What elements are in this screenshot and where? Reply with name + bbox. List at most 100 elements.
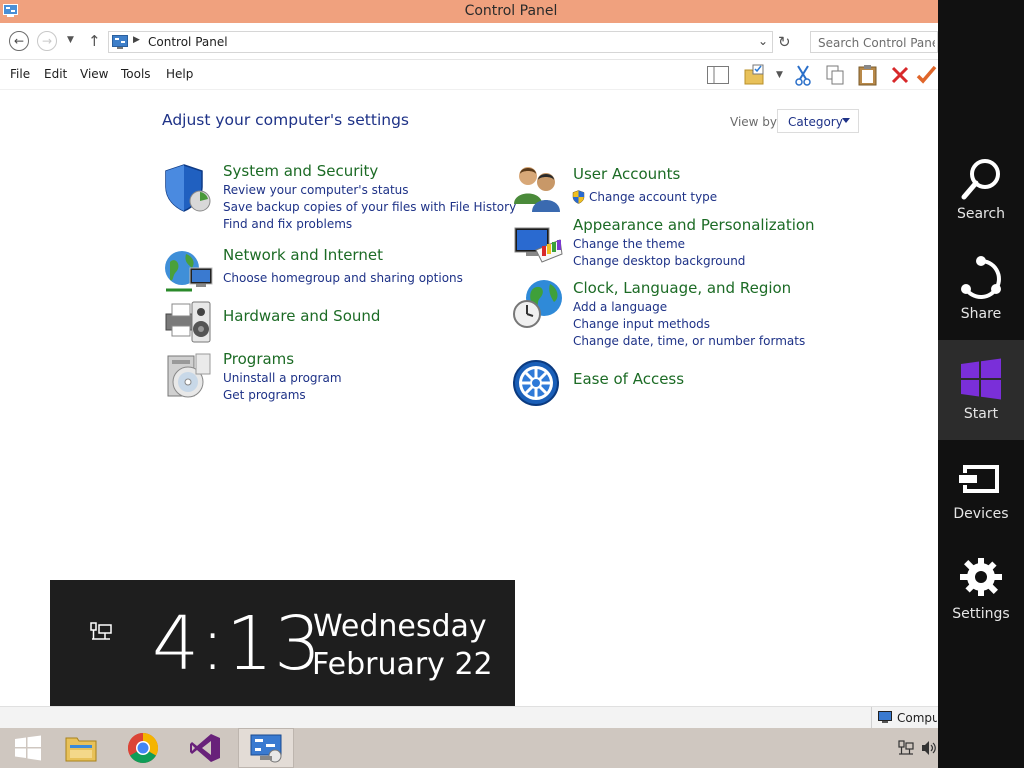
recent-locations-icon[interactable]: ▼ — [67, 35, 74, 45]
link-get-programs[interactable]: Get programs — [223, 388, 306, 402]
link-change-theme[interactable]: Change the theme — [573, 237, 685, 251]
status-bar-text: Computer — [897, 711, 937, 725]
volume-icon[interactable] — [921, 740, 936, 756]
category-hardware-sound[interactable]: Hardware and Sound — [223, 307, 380, 325]
charm-start[interactable]: Start — [938, 340, 1024, 440]
link-review-status[interactable]: Review your computer's status — [223, 183, 409, 197]
copy-icon[interactable] — [822, 63, 848, 87]
view-by-dropdown[interactable]: Category — [777, 109, 859, 133]
gear-icon — [960, 558, 1002, 596]
back-button[interactable]: ← — [9, 31, 29, 51]
computer-icon — [878, 711, 892, 723]
delete-icon[interactable] — [887, 63, 913, 87]
category-programs[interactable]: Programs — [223, 350, 294, 368]
charm-devices-label: Devices — [953, 506, 1009, 522]
breadcrumb[interactable]: Control Panel — [148, 35, 228, 49]
control-panel-icon — [112, 35, 128, 49]
search-field[interactable] — [810, 31, 938, 53]
page-title: Adjust your computer's settings — [162, 111, 409, 129]
status-bar: Computer — [0, 706, 938, 729]
taskbar-visual-studio[interactable] — [177, 728, 233, 768]
chevron-down-icon — [842, 118, 850, 123]
control-panel-icon — [250, 734, 282, 763]
charm-search[interactable]: Search — [938, 140, 1024, 240]
category-network-internet[interactable]: Network and Internet — [223, 246, 383, 264]
window-title: Control Panel — [464, 3, 558, 19]
charms-bar: Search Share Start Devices Settings — [938, 0, 1024, 768]
status-bar-location: Computer — [871, 707, 938, 729]
menu-tools[interactable]: Tools — [121, 67, 151, 81]
category-system-security[interactable]: System and Security — [223, 162, 378, 180]
start-icon — [15, 735, 41, 761]
printer-speaker-icon[interactable] — [162, 296, 214, 348]
link-date-time-formats[interactable]: Change date, time, or number formats — [573, 334, 805, 348]
windows-logo-icon — [961, 358, 1001, 400]
programs-disc-icon[interactable] — [162, 350, 214, 402]
menu-view[interactable]: View — [80, 67, 108, 81]
charm-search-label: Search — [956, 206, 1006, 222]
clock-time: 4:13 — [152, 601, 323, 687]
globe-clock-icon[interactable] — [512, 278, 564, 330]
search-input[interactable] — [811, 33, 935, 53]
charm-start-label: Start — [963, 406, 999, 422]
paste-icon[interactable] — [855, 63, 881, 87]
address-toolbar: ← → ▼ ↑ ▶ Control Panel ⌄ ↻ — [0, 23, 938, 60]
link-change-account-type[interactable]: Change account type — [589, 190, 717, 204]
layout-pane-icon[interactable] — [705, 63, 731, 87]
menu-file[interactable]: File — [10, 67, 30, 81]
up-arrow-icon[interactable]: ↑ — [88, 32, 101, 50]
charm-settings-label: Settings — [952, 606, 1010, 622]
clock-overlay: 4:13 Wednesday February 22 — [50, 580, 515, 719]
clock-date: February 22 — [312, 647, 493, 682]
breadcrumb-separator-icon[interactable]: ▶ — [133, 35, 140, 45]
monitor-palette-icon[interactable] — [512, 220, 564, 272]
charm-devices[interactable]: Devices — [938, 440, 1024, 540]
category-appearance[interactable]: Appearance and Personalization — [573, 216, 815, 234]
shield-icon[interactable] — [162, 163, 214, 215]
link-file-history[interactable]: Save backup copies of your files with Fi… — [223, 200, 516, 214]
start-button[interactable] — [0, 728, 56, 768]
link-desktop-background[interactable]: Change desktop background — [573, 254, 745, 268]
category-ease-of-access[interactable]: Ease of Access — [573, 370, 684, 388]
menu-edit[interactable]: Edit — [44, 67, 67, 81]
link-find-fix-problems[interactable]: Find and fix problems — [223, 217, 352, 231]
title-bar: Control Panel — [0, 0, 1024, 23]
folder-options-icon[interactable] — [742, 63, 768, 87]
link-uninstall-program[interactable]: Uninstall a program — [223, 371, 342, 385]
network-tray-icon[interactable] — [898, 740, 914, 756]
charm-share-label: Share — [960, 306, 1002, 322]
users-icon[interactable] — [512, 162, 564, 214]
visual-studio-icon — [190, 734, 220, 762]
menu-help[interactable]: Help — [166, 67, 193, 81]
charm-share[interactable]: Share — [938, 240, 1024, 340]
chevron-down-icon[interactable]: ▼ — [776, 70, 783, 80]
link-input-methods[interactable]: Change input methods — [573, 317, 710, 331]
network-globe-icon[interactable] — [162, 246, 214, 298]
devices-icon — [959, 465, 999, 493]
taskbar — [0, 728, 938, 768]
refresh-icon[interactable]: ↻ — [778, 33, 791, 51]
clock-weekday: Wednesday — [313, 609, 487, 644]
ease-of-access-icon[interactable] — [512, 359, 564, 411]
taskbar-chrome[interactable] — [115, 728, 171, 768]
link-add-language[interactable]: Add a language — [573, 300, 667, 314]
charm-settings[interactable]: Settings — [938, 540, 1024, 640]
address-field[interactable]: ▶ Control Panel ⌄ — [108, 31, 773, 53]
view-by-label: View by: — [730, 115, 781, 129]
share-icon — [961, 256, 1001, 299]
cut-icon[interactable] — [790, 63, 816, 87]
search-icon — [961, 159, 1000, 200]
forward-button[interactable]: → — [37, 31, 57, 51]
category-clock-region[interactable]: Clock, Language, and Region — [573, 279, 791, 297]
category-user-accounts[interactable]: User Accounts — [573, 165, 680, 183]
network-status-icon — [90, 622, 112, 640]
chrome-icon — [127, 733, 159, 764]
link-homegroup-sharing[interactable]: Choose homegroup and sharing options — [223, 271, 463, 285]
menu-bar: File Edit View Tools Help ▼ — [0, 60, 938, 90]
checkmark-icon[interactable] — [915, 63, 937, 87]
chevron-down-icon[interactable]: ⌄ — [758, 34, 768, 48]
taskbar-file-explorer[interactable] — [53, 728, 109, 768]
file-explorer-icon — [65, 737, 97, 762]
view-by-value: Category — [788, 115, 843, 129]
taskbar-control-panel[interactable] — [238, 728, 294, 768]
